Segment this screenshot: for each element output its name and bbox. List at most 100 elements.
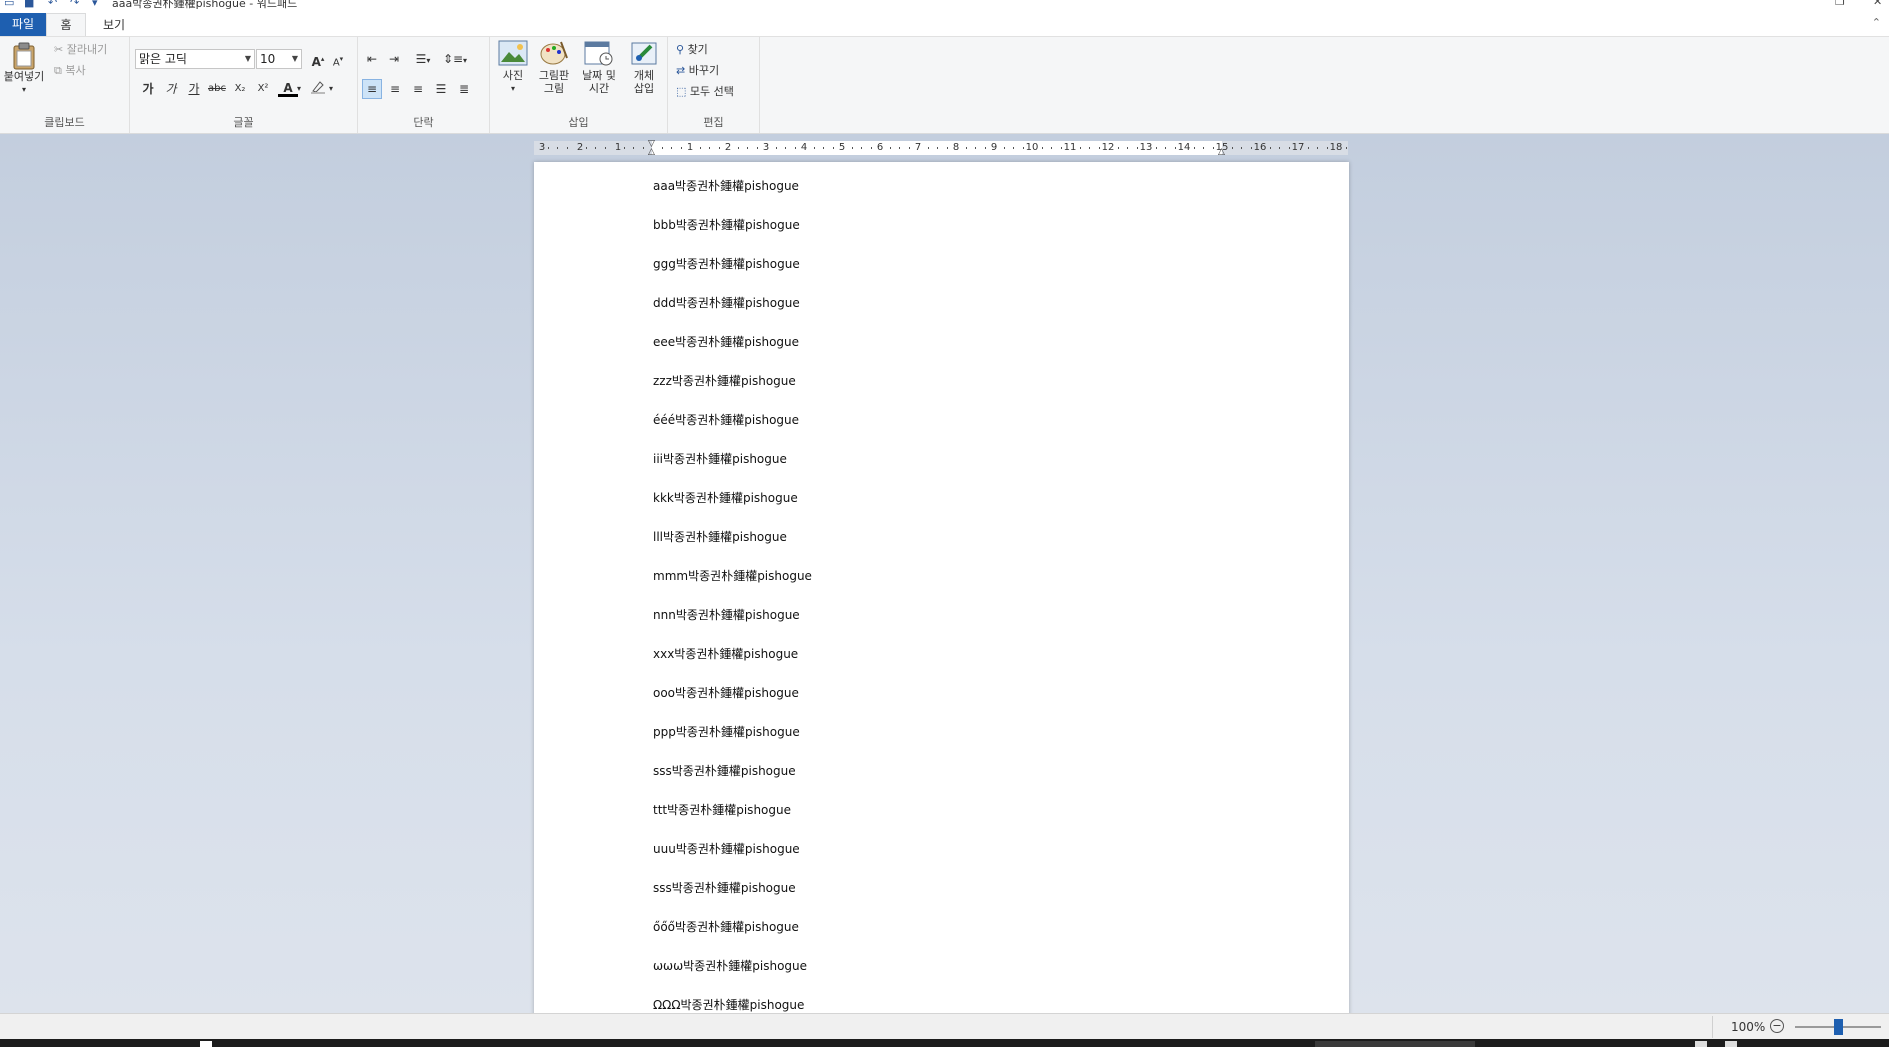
- strikethrough-button[interactable]: abc: [207, 79, 227, 99]
- insert-picture-button[interactable]: 사진 ▾: [494, 40, 532, 95]
- highlight-button[interactable]: [308, 79, 328, 99]
- replace-button[interactable]: ⇄ 바꾸기: [676, 62, 719, 80]
- ruler-number: 18: [1329, 142, 1343, 153]
- ruler-tick: [566, 147, 568, 149]
- taskbar-item[interactable]: [1695, 1041, 1707, 1047]
- copy-icon: ⧉: [54, 64, 62, 77]
- paint-drawing-button[interactable]: 그림판 그림: [534, 40, 574, 95]
- ruler-tick: [709, 147, 710, 149]
- restore-icon[interactable]: ❐: [1835, 0, 1845, 8]
- highlight-dropdown-icon[interactable]: ▾: [326, 79, 336, 99]
- font-family-select[interactable]: 맑은 고딕 ▼: [135, 49, 255, 69]
- subscript-button[interactable]: X₂: [230, 79, 250, 99]
- bold-button[interactable]: 가: [138, 79, 158, 99]
- document-line: iii박종권朴鍾權pishogue: [653, 452, 787, 466]
- paste-dropdown-icon[interactable]: ▾: [0, 83, 48, 96]
- customize-quick-access-icon[interactable]: ▾: [92, 0, 98, 9]
- calendar-clock-icon: [584, 41, 613, 66]
- bullets-button[interactable]: ☰▾: [410, 49, 436, 69]
- tab-file[interactable]: 파일: [0, 13, 46, 36]
- collapse-ribbon-icon[interactable]: ⌃: [1872, 16, 1881, 29]
- zoom-slider-thumb[interactable]: [1834, 1019, 1843, 1035]
- italic-button[interactable]: 가: [161, 79, 181, 99]
- paste-label: 붙여넣기: [3, 70, 45, 83]
- redo-icon[interactable]: ↷: [70, 0, 79, 9]
- increase-indent-button[interactable]: ⇥: [384, 49, 404, 69]
- replace-label: 바꾸기: [688, 64, 720, 77]
- insert-object-button[interactable]: 개체 삽입: [624, 40, 664, 95]
- insert-datetime-button[interactable]: 날짜 및 시간: [576, 40, 622, 95]
- ruler-tick: [851, 147, 853, 149]
- paragraph-settings-button[interactable]: ≣: [454, 79, 474, 99]
- editing-group-label: 편집: [703, 116, 724, 129]
- window-title: aaa박종권朴鍾權pishogue - 워드패드: [112, 0, 298, 10]
- paint-label-line1: 그림판: [538, 69, 570, 82]
- ruler-tick: [1022, 147, 1024, 149]
- highlighter-icon: [311, 81, 325, 94]
- font-group: 맑은 고딕 ▼ 10 ▼ A▴ A▾ 가 가 가 abc X₂ X² A ▾ ▾…: [130, 37, 358, 133]
- align-center-button[interactable]: ≡: [385, 79, 405, 99]
- ruler-tick: [1193, 147, 1195, 149]
- line-spacing-button[interactable]: ⇕≡▾: [442, 49, 468, 69]
- justify-button[interactable]: ☰: [431, 79, 451, 99]
- select-all-button[interactable]: ⬚ 모두 선택: [676, 83, 734, 101]
- ruler-tick: [823, 147, 824, 149]
- align-left-button[interactable]: ≡: [362, 79, 382, 99]
- zoom-out-icon[interactable]: −: [1770, 1019, 1784, 1033]
- paste-button[interactable]: 붙여넣기 ▾: [0, 42, 48, 96]
- app-icon: ▭: [4, 0, 15, 9]
- ruler-tick: [1041, 147, 1043, 149]
- left-indent-marker[interactable]: △: [648, 148, 655, 157]
- zoom-level[interactable]: 100%: [1731, 1020, 1765, 1034]
- grow-font-label: A: [311, 55, 321, 69]
- taskbar-active-item[interactable]: [1315, 1041, 1475, 1047]
- underline-button[interactable]: 가: [184, 79, 204, 99]
- ruler-tick: [1127, 147, 1128, 149]
- decrease-indent-button[interactable]: ⇤: [362, 49, 382, 69]
- ruler-tick: [547, 147, 549, 149]
- document-line: ppp박종권朴鍾權pishogue: [653, 725, 800, 739]
- ruler-tick: [908, 147, 910, 149]
- ruler-tick: [1051, 147, 1052, 149]
- copy-button[interactable]: ⧉ 복사: [54, 62, 86, 80]
- close-icon[interactable]: ✕: [1873, 0, 1882, 8]
- text-color-dropdown-icon[interactable]: ▾: [294, 79, 304, 99]
- shrink-font-button[interactable]: A▾: [328, 49, 348, 69]
- clipboard-icon: [13, 42, 35, 70]
- ruler-number: 17: [1291, 142, 1305, 153]
- grow-font-button[interactable]: A▴: [308, 49, 328, 69]
- ruler-tick: [718, 147, 720, 149]
- ruler-tick: [557, 147, 558, 149]
- taskbar-item[interactable]: [1725, 1041, 1737, 1047]
- ruler-number: 9: [990, 142, 998, 153]
- insert-picture-label: 사진: [502, 69, 524, 82]
- ruler-tick: [794, 147, 796, 149]
- ruler-tick: [889, 147, 891, 149]
- ruler-tick: [775, 147, 777, 149]
- document-line: aaa박종권朴鍾權pishogue: [653, 179, 799, 193]
- ruler-tick: [1317, 147, 1318, 149]
- shrink-font-label: A: [332, 57, 340, 69]
- cut-button[interactable]: ✂ 잘라내기: [54, 41, 107, 59]
- save-icon[interactable]: ■: [24, 0, 34, 9]
- find-button[interactable]: ⚲ 찾기: [676, 41, 708, 59]
- ruler-tick: [633, 147, 634, 149]
- tab-view[interactable]: 보기: [96, 14, 132, 36]
- taskbar-item[interactable]: [200, 1041, 212, 1047]
- undo-icon[interactable]: ↶: [48, 0, 57, 9]
- ruler-tick: [1231, 147, 1233, 149]
- superscript-button[interactable]: X²: [253, 79, 273, 99]
- ruler-left-margin: [534, 141, 652, 155]
- font-size-select[interactable]: 10 ▼: [256, 49, 302, 69]
- object-icon: [631, 42, 657, 65]
- clipboard-group: 붙여넣기 ▾ ✂ 잘라내기 ⧉ 복사 클립보드: [0, 37, 130, 133]
- document-page[interactable]: aaa박종권朴鍾權pishogue bbb박종권朴鍾權pishogue ggg박종권…: [534, 162, 1349, 1013]
- tab-home[interactable]: 홈: [46, 13, 86, 36]
- ruler[interactable]: ▽ △ △ 3 2 1 1 2 3 4 5 6 7 8 9 10 11 12 13 14 15 16 17 18: [534, 140, 1348, 157]
- align-right-button[interactable]: ≡: [408, 79, 428, 99]
- ruler-tick: [1345, 147, 1347, 149]
- taskbar: [0, 1039, 1889, 1047]
- object-label-line1: 개체: [633, 69, 655, 82]
- paragraph-icon: ≣: [458, 82, 470, 96]
- ruler-tick: [1326, 147, 1328, 149]
